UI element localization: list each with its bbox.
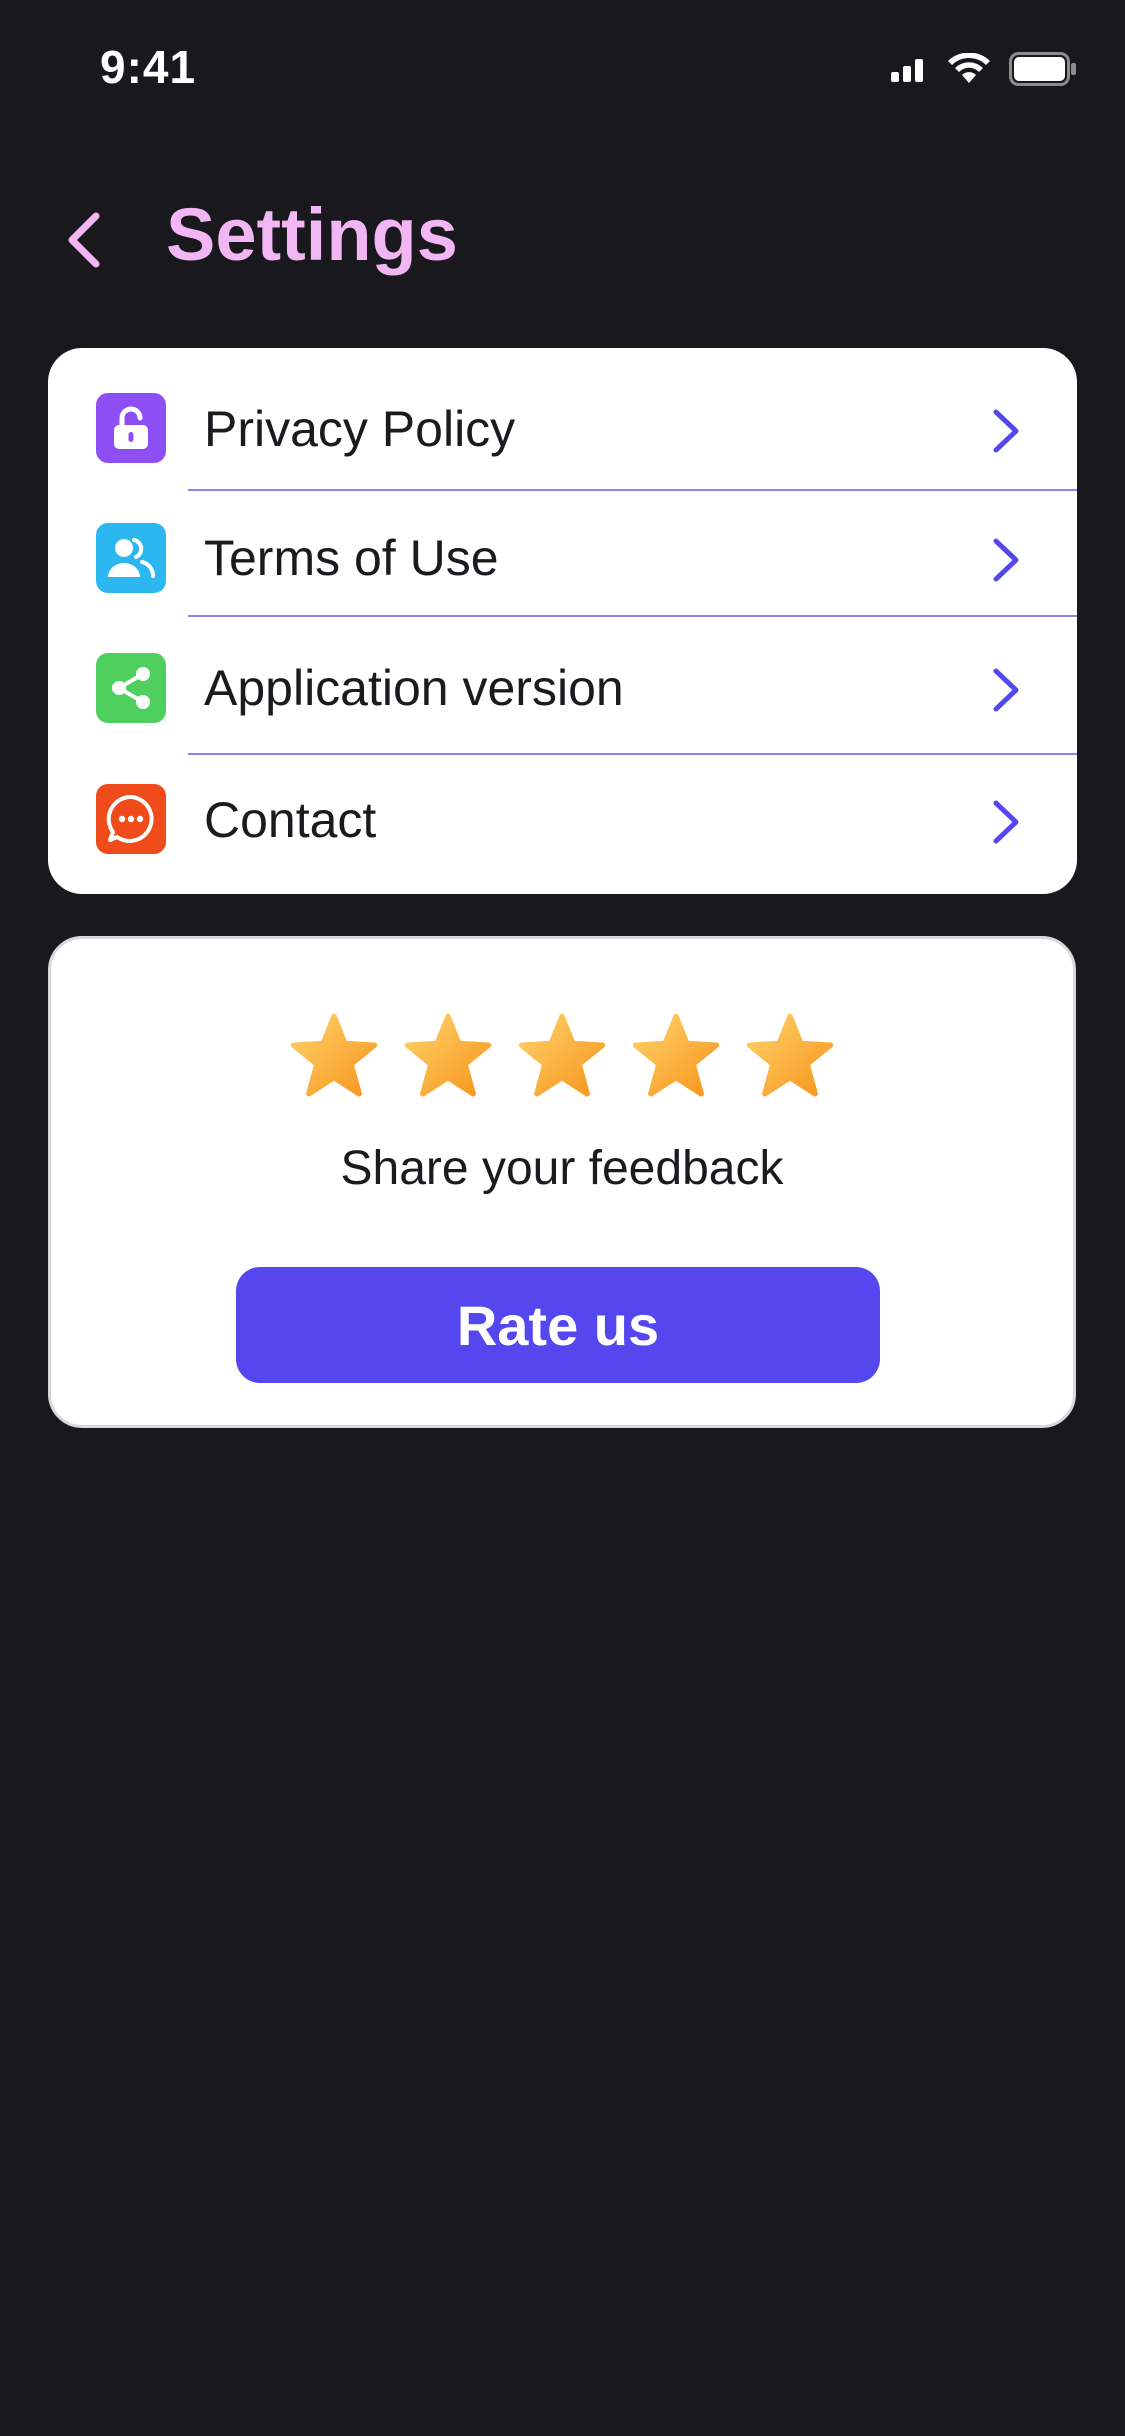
status-bar: 9:41 [0, 0, 1125, 140]
status-time: 9:41 [100, 41, 197, 93]
star-icon[interactable] [631, 1011, 721, 1101]
menu-item-label: Terms of Use [204, 530, 499, 586]
menu-item-terms-of-use[interactable]: Terms of Use [48, 491, 1077, 619]
wifi-icon [948, 53, 990, 83]
menu-item-application-version[interactable]: Application version [48, 617, 1077, 745]
lock-open-icon [96, 393, 166, 463]
star-icon[interactable] [289, 1011, 379, 1101]
cellular-signal-icon [891, 59, 923, 82]
chevron-right-icon [993, 800, 1019, 844]
status-icons [891, 52, 1077, 86]
menu-item-privacy-policy[interactable]: Privacy Policy [48, 348, 1077, 476]
feedback-card: Share your feedback Rate us [48, 936, 1076, 1428]
battery-icon [1009, 52, 1076, 86]
chevron-left-icon [68, 212, 100, 268]
menu-item-label: Privacy Policy [204, 401, 516, 457]
nav-header: Settings [0, 180, 1125, 300]
star-rating[interactable] [51, 1011, 1073, 1101]
star-icon[interactable] [745, 1011, 835, 1101]
users-icon [96, 523, 166, 593]
star-icon[interactable] [403, 1011, 493, 1101]
rate-us-button[interactable]: Rate us [236, 1267, 880, 1383]
star-icon[interactable] [517, 1011, 607, 1101]
chat-bubble-icon [96, 784, 166, 854]
chevron-right-icon [993, 538, 1019, 582]
settings-menu-card: Privacy Policy Terms of Use Application … [48, 348, 1077, 894]
back-button[interactable] [52, 208, 116, 272]
share-icon [96, 653, 166, 723]
menu-item-label: Contact [204, 792, 377, 848]
menu-item-contact[interactable]: Contact [48, 755, 1077, 883]
page-title: Settings [166, 193, 458, 276]
menu-item-label: Application version [204, 660, 624, 716]
chevron-right-icon [993, 409, 1019, 453]
feedback-prompt: Share your feedback [340, 1142, 784, 1195]
chevron-right-icon [993, 668, 1019, 712]
